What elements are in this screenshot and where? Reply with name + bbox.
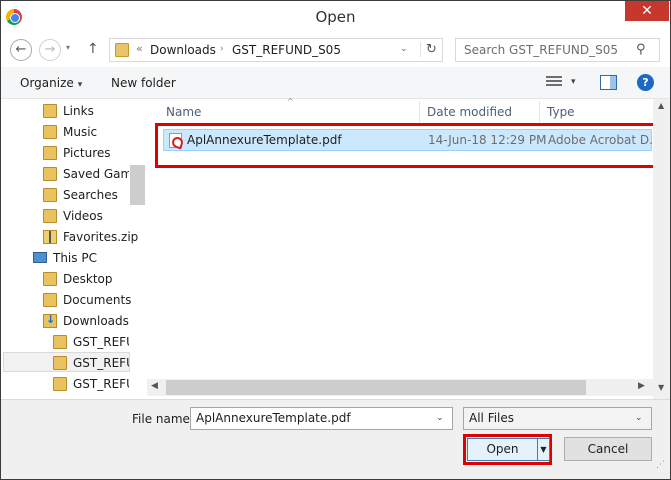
scroll-up-arrow-icon[interactable]: ▲ [658,101,664,110]
zip-folder-icon [43,230,57,244]
search-input[interactable]: Search GST_REFUND_S05 ⚲ [455,38,660,62]
up-folder-button[interactable]: ↑ [87,41,99,57]
file-name-label: File name: [132,412,194,426]
recent-locations-dropdown[interactable]: ▾ [66,43,70,52]
horizontal-scroll-thumb[interactable] [166,380,586,395]
folder-icon [43,125,57,139]
open-button-highlight-box: Open ▼ [463,434,552,465]
forward-button[interactable]: → [39,39,61,61]
back-button[interactable]: ← [10,39,32,61]
file-type-value: All Files [469,411,515,425]
tree-item-pictures[interactable]: Pictures [43,143,143,163]
column-divider[interactable] [539,101,540,123]
scroll-left-arrow-icon[interactable]: ◀ [151,381,158,391]
resize-grip-icon[interactable]: ⋰ [656,460,665,470]
search-folder-icon [43,188,57,202]
search-placeholder: Search GST_REFUND_S05 [464,43,618,57]
vertical-scrollbar[interactable]: ▲ ▼ [653,99,670,399]
tree-item-documents[interactable]: Documents [43,290,131,310]
open-file-dialog: Open ✕ ← → ▾ ↑ « Downloads › GST_REFUND_… [0,0,671,480]
downloads-icon [43,313,57,328]
open-button[interactable]: Open [467,438,538,461]
folder-icon [53,335,67,349]
breadcrumb-downloads[interactable]: Downloads [150,43,216,57]
chevron-down-icon: ▾ [77,80,83,90]
folder-icon [43,146,57,160]
tree-item-music[interactable]: Music [43,122,143,142]
title-bar: Open ✕ [1,1,670,33]
horizontal-scrollbar[interactable]: ◀ ▶ [147,379,653,396]
folder-icon [115,43,129,57]
file-name-value: AplAnnexureTemplate.pdf [196,411,351,425]
file-row-highlight-box [155,123,669,168]
open-options-dropdown[interactable]: ▼ [538,438,550,461]
folder-icon [43,272,57,286]
folder-icon [43,293,57,307]
refresh-icon[interactable]: ↻ [420,42,442,57]
tree-item-links[interactable]: Links [43,101,143,121]
tree-item-videos[interactable]: Videos [43,206,129,226]
help-icon[interactable]: ? [637,74,654,91]
tree-item-gst-refund-2[interactable]: GST_REFUND [3,352,130,372]
search-icon[interactable]: ⚲ [636,42,646,57]
folder-icon [53,356,67,370]
tree-item-gst-refund-3[interactable]: GST_REFUND [53,374,129,394]
sort-ascending-icon: ^ [287,97,294,106]
computer-icon [33,252,47,263]
column-header-type[interactable]: Type [547,105,575,119]
cancel-button[interactable]: Cancel [564,437,652,461]
address-dropdown-icon[interactable]: ⌄ [400,44,408,54]
folder-icon [43,104,57,118]
tree-item-gst-refund-1[interactable]: GST_REFUND [53,332,129,352]
navigation-pane: Links Music Pictures Saved Games Searche… [1,99,161,399]
folder-icon [43,167,57,181]
tree-item-this-pc[interactable]: This PC [33,248,129,268]
organize-button[interactable]: Organize ▾ [20,76,82,90]
dialog-title: Open [315,8,356,26]
view-options-dropdown[interactable]: ▾ [571,77,576,87]
breadcrumb-gst-refund[interactable]: GST_REFUND_S05 [232,43,341,57]
column-divider[interactable] [419,101,420,123]
file-name-input[interactable]: AplAnnexureTemplate.pdf ⌄ [190,407,453,430]
tree-item-favorites-zip[interactable]: Favorites.zip [43,227,138,247]
address-bar[interactable]: « Downloads › GST_REFUND_S05 ⌄ ↻ [109,38,443,62]
folder-icon [53,377,67,391]
tree-item-searches[interactable]: Searches [43,185,129,205]
preview-pane-icon[interactable] [600,75,617,90]
address-row: ← → ▾ ↑ « Downloads › GST_REFUND_S05 ⌄ ↻… [1,33,670,67]
tree-item-desktop[interactable]: Desktop [43,269,129,289]
column-header-name[interactable]: Name [166,105,201,119]
close-button[interactable]: ✕ [625,1,669,21]
tree-item-saved-games[interactable]: Saved Games [43,164,129,184]
scroll-right-arrow-icon[interactable]: ▶ [638,381,645,391]
file-name-panel: File name: AplAnnexureTemplate.pdf ⌄ All… [1,399,670,479]
new-folder-button[interactable]: New folder [111,76,176,90]
folder-icon [43,209,57,223]
breadcrumb-separator-icon: › [220,44,224,54]
breadcrumb-overflow[interactable]: « [136,42,143,55]
chevron-down-icon[interactable]: ⌄ [436,413,444,423]
organize-label: Organize [20,76,74,90]
command-bar: Organize ▾ New folder ▾ ? [1,67,670,99]
tree-item-downloads[interactable]: Downloads [43,311,129,331]
chevron-down-icon[interactable]: ⌄ [635,413,643,423]
file-type-select[interactable]: All Files ⌄ [463,407,652,430]
change-view-icon[interactable] [546,76,562,90]
scroll-down-arrow-icon[interactable]: ▼ [658,383,664,392]
column-header-date-modified[interactable]: Date modified [427,105,512,119]
navigation-scroll-thumb[interactable] [130,165,145,205]
